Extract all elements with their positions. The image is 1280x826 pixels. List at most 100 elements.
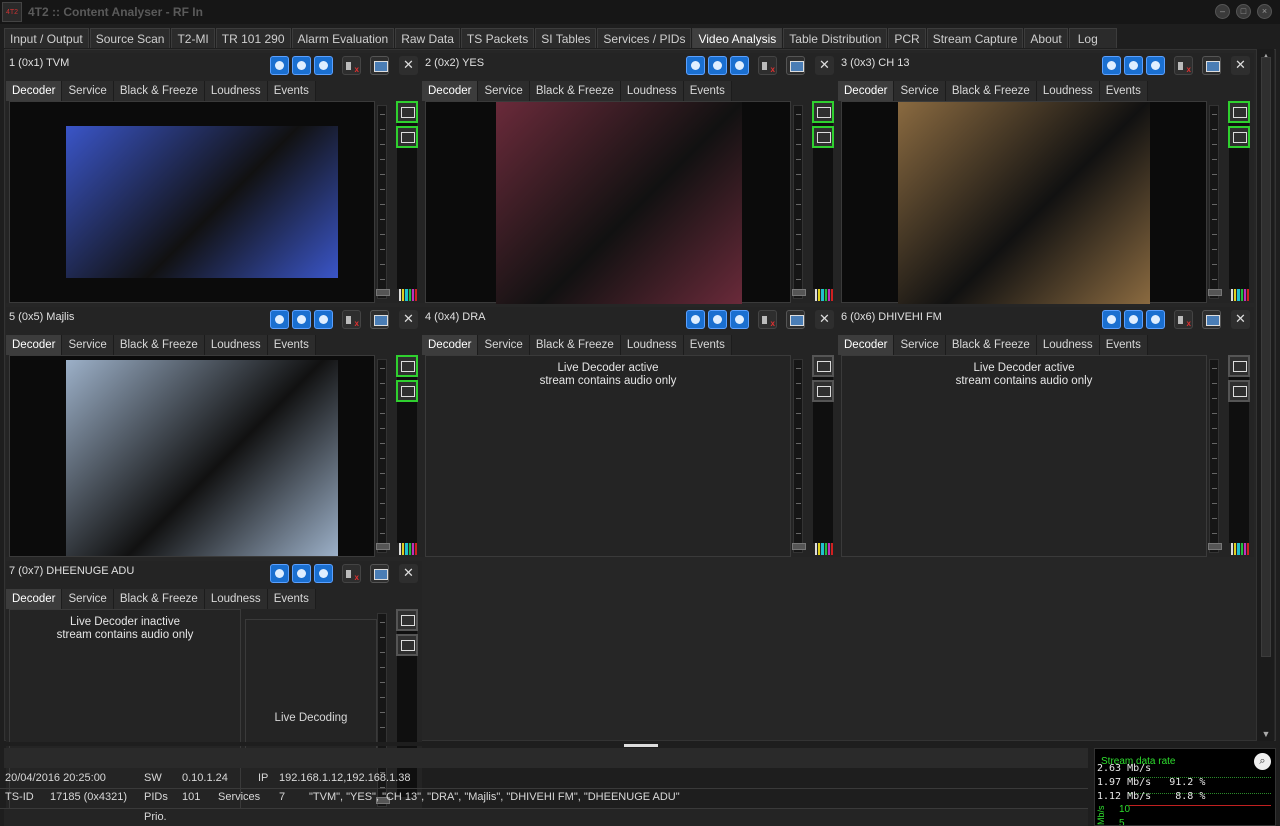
play-button[interactable] bbox=[730, 56, 749, 75]
pause-button[interactable] bbox=[708, 310, 727, 329]
zoom-icon[interactable]: ⌕ bbox=[1254, 753, 1271, 770]
sub-tab[interactable]: Loudness bbox=[204, 335, 268, 355]
sub-tab[interactable]: Events bbox=[1099, 81, 1148, 101]
tools-icon[interactable]: ✕ bbox=[815, 56, 834, 75]
display-icon[interactable] bbox=[812, 126, 834, 148]
play-button[interactable] bbox=[730, 310, 749, 329]
main-tab[interactable]: Source Scan bbox=[89, 28, 171, 48]
stop-button[interactable] bbox=[1102, 310, 1121, 329]
level-slider[interactable] bbox=[376, 359, 390, 553]
tools-icon[interactable]: ✕ bbox=[399, 564, 418, 583]
main-tab[interactable]: About bbox=[1024, 28, 1068, 48]
snapshot-icon[interactable] bbox=[1228, 101, 1250, 123]
scroll-thumb[interactable] bbox=[1261, 57, 1271, 657]
stop-button[interactable] bbox=[270, 56, 289, 75]
tools-icon[interactable]: ✕ bbox=[399, 56, 418, 75]
sub-tab[interactable]: Service bbox=[894, 81, 946, 101]
display-icon[interactable] bbox=[396, 380, 418, 402]
close-button[interactable]: × bbox=[1257, 4, 1272, 19]
color-bars-icon[interactable] bbox=[399, 289, 418, 301]
snapshot-icon[interactable] bbox=[396, 609, 418, 631]
mute-icon[interactable] bbox=[342, 56, 361, 75]
slider-knob[interactable] bbox=[792, 543, 806, 550]
monitor-icon[interactable] bbox=[370, 310, 389, 329]
stop-button[interactable] bbox=[686, 56, 705, 75]
maximize-button[interactable]: □ bbox=[1236, 4, 1251, 19]
color-bars-icon[interactable] bbox=[815, 289, 834, 301]
pause-button[interactable] bbox=[292, 564, 311, 583]
mute-icon[interactable] bbox=[758, 56, 777, 75]
sub-tab[interactable]: Events bbox=[683, 335, 732, 355]
color-bars-icon[interactable] bbox=[1231, 543, 1250, 555]
slider-knob[interactable] bbox=[1208, 289, 1222, 296]
sub-tab[interactable]: Events bbox=[267, 81, 316, 101]
main-tab[interactable]: Alarm Evaluation bbox=[291, 28, 395, 48]
sub-tab[interactable]: Decoder bbox=[6, 335, 63, 355]
sub-tab[interactable]: Black & Freeze bbox=[113, 81, 205, 101]
main-tab[interactable]: Stream Capture bbox=[926, 28, 1024, 48]
main-tab[interactable]: Input / Output bbox=[4, 28, 89, 48]
monitor-icon[interactable] bbox=[1202, 310, 1221, 329]
color-bars-icon[interactable] bbox=[399, 543, 418, 555]
tools-icon[interactable]: ✕ bbox=[1231, 310, 1250, 329]
sub-tab[interactable]: Loudness bbox=[620, 81, 684, 101]
splitter-handle[interactable] bbox=[624, 744, 658, 747]
mute-icon[interactable] bbox=[758, 310, 777, 329]
level-slider[interactable] bbox=[1208, 105, 1222, 299]
slider-knob[interactable] bbox=[376, 543, 390, 550]
tools-icon[interactable]: ✕ bbox=[399, 310, 418, 329]
monitor-icon[interactable] bbox=[786, 310, 805, 329]
monitor-icon[interactable] bbox=[370, 564, 389, 583]
main-tab[interactable]: Services / PIDs bbox=[597, 28, 692, 48]
level-slider[interactable] bbox=[376, 105, 390, 299]
play-button[interactable] bbox=[314, 310, 333, 329]
sub-tab[interactable]: Loudness bbox=[620, 335, 684, 355]
sub-tab[interactable]: Loudness bbox=[204, 589, 268, 609]
stop-button[interactable] bbox=[1102, 56, 1121, 75]
mute-icon[interactable] bbox=[1174, 56, 1193, 75]
sub-tab[interactable]: Events bbox=[683, 81, 732, 101]
main-tab[interactable]: T2-MI bbox=[171, 28, 215, 48]
sub-tab[interactable]: Events bbox=[267, 335, 316, 355]
main-tab[interactable]: SI Tables bbox=[535, 28, 597, 48]
sub-tab[interactable]: Service bbox=[478, 81, 530, 101]
sub-tab[interactable]: Decoder bbox=[422, 335, 479, 355]
play-button[interactable] bbox=[1146, 56, 1165, 75]
snapshot-icon[interactable] bbox=[396, 355, 418, 377]
pause-button[interactable] bbox=[708, 56, 727, 75]
sub-tab[interactable]: Black & Freeze bbox=[113, 335, 205, 355]
sub-tab[interactable]: Black & Freeze bbox=[529, 335, 621, 355]
sub-tab[interactable]: Loudness bbox=[1036, 81, 1100, 101]
stop-button[interactable] bbox=[686, 310, 705, 329]
sub-tab[interactable]: Decoder bbox=[838, 81, 895, 101]
main-tab[interactable]: Table Distribution bbox=[783, 28, 888, 48]
display-icon[interactable] bbox=[1228, 380, 1250, 402]
sub-tab[interactable]: Loudness bbox=[204, 81, 268, 101]
main-tab[interactable]: Video Analysis bbox=[692, 28, 783, 48]
scroll-down-icon[interactable]: ▼ bbox=[1260, 729, 1272, 739]
sub-tab[interactable]: Loudness bbox=[1036, 335, 1100, 355]
sub-tab[interactable]: Black & Freeze bbox=[113, 589, 205, 609]
sub-tab[interactable]: Decoder bbox=[6, 81, 63, 101]
stop-button[interactable] bbox=[270, 564, 289, 583]
play-button[interactable] bbox=[1146, 310, 1165, 329]
level-slider[interactable] bbox=[1208, 359, 1222, 553]
snapshot-icon[interactable] bbox=[1228, 355, 1250, 377]
main-tab[interactable]: TS Packets bbox=[460, 28, 535, 48]
pause-button[interactable] bbox=[292, 310, 311, 329]
tools-icon[interactable]: ✕ bbox=[1231, 56, 1250, 75]
display-icon[interactable] bbox=[1228, 126, 1250, 148]
main-tab[interactable]: TR 101 290 bbox=[215, 28, 291, 48]
sub-tab[interactable]: Service bbox=[894, 335, 946, 355]
display-icon[interactable] bbox=[396, 126, 418, 148]
mute-icon[interactable] bbox=[342, 310, 361, 329]
slider-knob[interactable] bbox=[376, 289, 390, 296]
tools-icon[interactable]: ✕ bbox=[815, 310, 834, 329]
sub-tab[interactable]: Service bbox=[478, 335, 530, 355]
pause-button[interactable] bbox=[1124, 56, 1143, 75]
sub-tab[interactable]: Service bbox=[62, 81, 114, 101]
monitor-icon[interactable] bbox=[786, 56, 805, 75]
level-slider[interactable] bbox=[792, 105, 806, 299]
monitor-icon[interactable] bbox=[1202, 56, 1221, 75]
slider-knob[interactable] bbox=[792, 289, 806, 296]
